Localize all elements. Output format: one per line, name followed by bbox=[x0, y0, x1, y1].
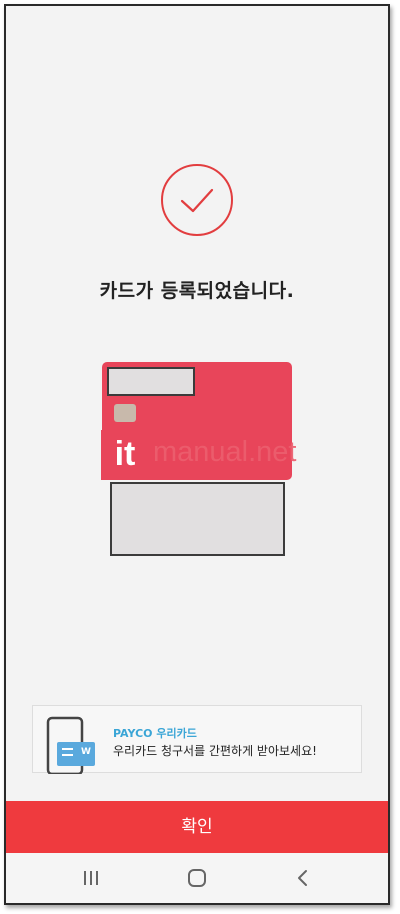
registration-complete-title: 카드가 등록되었습니다. bbox=[99, 280, 295, 302]
bill-card-icon: W bbox=[46, 716, 95, 774]
card-name-redaction bbox=[107, 367, 195, 396]
home-icon[interactable] bbox=[184, 866, 210, 890]
watermark-text: manual.net bbox=[153, 436, 297, 468]
watermark-badge: it bbox=[101, 430, 149, 480]
watermark: it manual.net bbox=[101, 430, 306, 480]
card-chip-icon bbox=[114, 404, 136, 422]
success-check-icon bbox=[161, 164, 233, 236]
system-nav-bar bbox=[6, 853, 388, 903]
payco-promo-banner[interactable]: W PAYCO 우리카드 우리카드 청구서를 간편하게 받아보세요! bbox=[32, 705, 362, 774]
svg-text:W: W bbox=[81, 747, 91, 757]
promo-description: 우리카드 청구서를 간편하게 받아보세요! bbox=[113, 744, 317, 758]
back-icon[interactable] bbox=[290, 866, 316, 890]
confirm-button[interactable]: 확인 bbox=[6, 801, 388, 853]
card-number-redaction bbox=[110, 482, 285, 556]
promo-title: PAYCO 우리카드 bbox=[113, 727, 197, 740]
phone-screen: 카드가 등록되었습니다. it manual.net W PAYCO 우리카드 … bbox=[4, 4, 390, 905]
recent-apps-icon[interactable] bbox=[78, 866, 104, 890]
